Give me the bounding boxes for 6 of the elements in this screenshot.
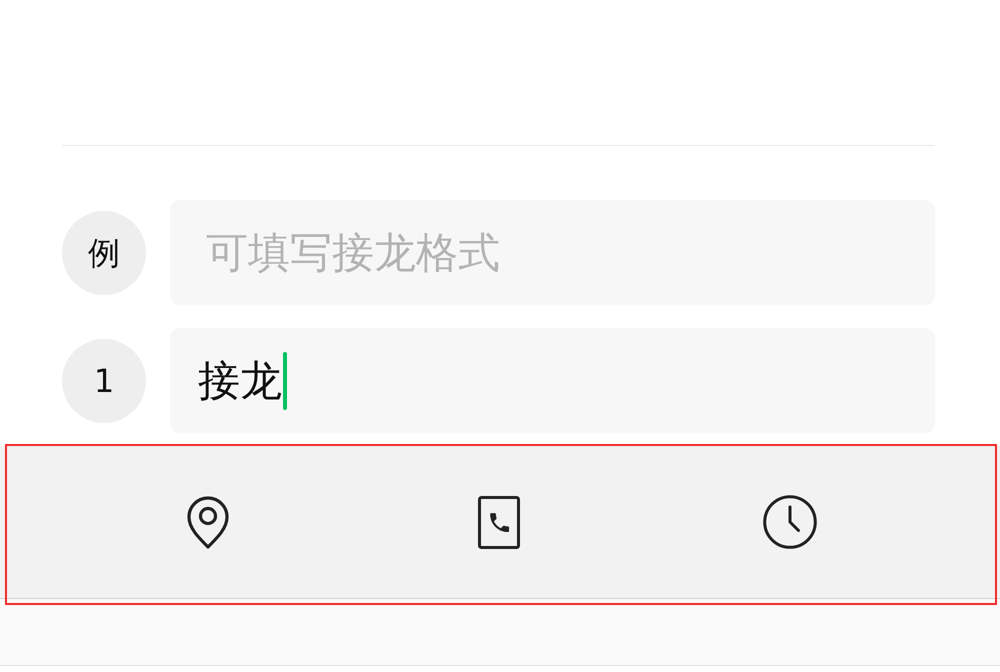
index-badge: 1 (62, 338, 146, 422)
clock-icon[interactable] (762, 495, 816, 549)
map-pin-icon[interactable] (186, 496, 228, 548)
input-field[interactable]: 接龙 (170, 328, 935, 433)
phone-icon[interactable] (478, 496, 520, 548)
index-badge: 例 (62, 210, 146, 294)
